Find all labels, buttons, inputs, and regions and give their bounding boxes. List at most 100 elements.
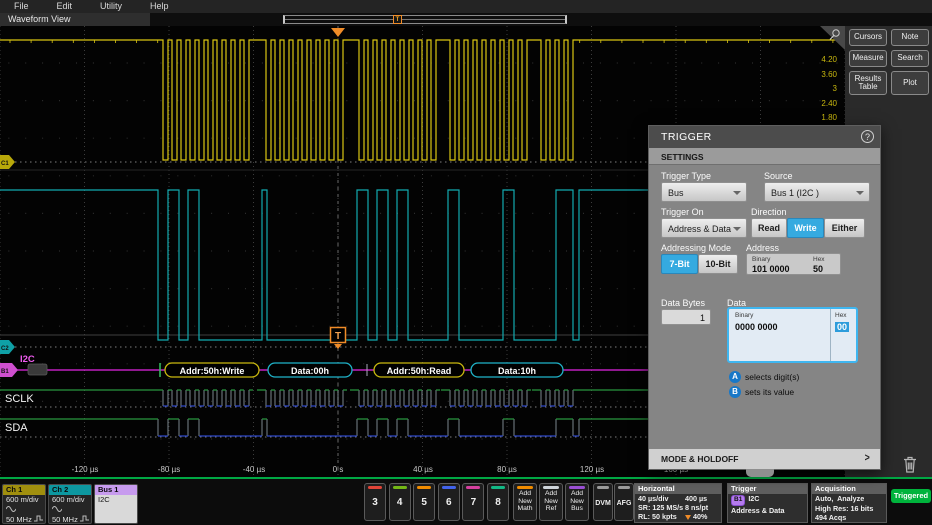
channel-slot-6[interactable]: 6 (438, 483, 460, 521)
afg-button[interactable]: AFG (614, 483, 634, 521)
add-new-cursors[interactable]: Cursors (849, 29, 887, 46)
trigger-on-dropdown[interactable]: Address & Data (661, 218, 747, 238)
acquisition-value: High Res: 16 bits (812, 504, 886, 514)
vertical-scale-label: 4.20 (821, 55, 837, 64)
tab-settings[interactable]: SETTINGS (649, 148, 880, 165)
horizontal-row: RL: 50 kpts40% (635, 512, 721, 521)
data-divider (830, 309, 831, 361)
bandwidth-icon (34, 515, 43, 522)
bus1-marker-text: B1 (1, 369, 9, 375)
data-bytes-input[interactable]: 1 (661, 309, 711, 325)
ch1-marker-text: C1 (1, 161, 9, 167)
slot-color-stripe (543, 486, 559, 489)
trigger-position-icon (685, 515, 691, 520)
trash-icon[interactable] (902, 455, 918, 479)
vertical-scale-label: 1.80 (821, 113, 837, 122)
trigger-title: Trigger (728, 484, 807, 494)
menu-help[interactable]: Help (136, 0, 183, 13)
acquisition-overview-bar[interactable]: T (283, 15, 567, 24)
dvm-button[interactable]: DVM (593, 483, 613, 521)
menu-utility[interactable]: Utility (86, 0, 136, 13)
horizontal-panel[interactable]: Horizontal 40 µs/div400 µsSR: 125 MS/s8 … (634, 483, 722, 523)
direction-either[interactable]: Either (824, 218, 865, 238)
time-axis-label: -120 µs (72, 465, 99, 474)
bandwidth-icon (80, 515, 89, 522)
trigger-on-label: Trigger On (661, 207, 704, 217)
address-binary-value[interactable]: 101 0000 (752, 264, 790, 274)
bus-packet-text: Data:00h (291, 366, 329, 376)
mode-holdoff-expander[interactable]: MODE & HOLDOFF > (649, 449, 880, 469)
direction-read[interactable]: Read (751, 218, 787, 238)
dialog-title: TRIGGER (649, 126, 880, 148)
slot-color-stripe (393, 486, 407, 489)
channel-bandwidth: 50 MHz (49, 514, 91, 524)
bus-label: I2C (20, 354, 35, 365)
trigger-panel[interactable]: Trigger B1I2C Address & Data (727, 483, 808, 523)
acquisition-panel[interactable]: Acquisition Auto, AnalyzeHigh Res: 16 bi… (811, 483, 887, 523)
bottom-bar: Ch 1600 m/div50 MHz Ch 2600 m/div50 MHz … (0, 477, 932, 525)
channel-slot-7[interactable]: 7 (462, 483, 484, 521)
source-dropdown[interactable]: Bus 1 (I2C ) (764, 182, 870, 202)
add-new-math-button[interactable]: Add New Math (513, 483, 537, 521)
trigger-mode: Address & Data (728, 506, 807, 516)
bus-packet-text: Addr:50h:Write (180, 366, 245, 376)
hint-a: selects digit(s) (745, 372, 799, 382)
data-hex-selection[interactable]: 00 (835, 322, 849, 332)
address-field[interactable]: Binary 101 0000 Hex 50 (746, 253, 841, 275)
slot-color-stripe (569, 486, 585, 489)
knob-a-icon: A (729, 371, 741, 383)
add-new-measure[interactable]: Measure (849, 50, 887, 67)
channel-slot-5[interactable]: 5 (413, 483, 435, 521)
help-icon[interactable]: ? (861, 130, 874, 143)
ac-coupling-icon (49, 504, 91, 514)
triggered-status-badge: Triggered (891, 489, 931, 503)
channel-scale: 600 m/div (49, 495, 91, 504)
horizontal-value: 40 µs/div (638, 495, 685, 503)
slot-color-stripe (618, 486, 630, 489)
channel-slot-4[interactable]: 4 (389, 483, 411, 521)
addressing-10-bit[interactable]: 10-Bit (698, 254, 738, 274)
slot-color-stripe (466, 486, 480, 489)
direction-write[interactable]: Write (787, 218, 824, 238)
time-axis-label: 80 µs (497, 465, 517, 474)
bus1-badge: B1 (731, 495, 745, 506)
addressing-7-bit[interactable]: 7-Bit (661, 254, 698, 274)
channel-badge-ch1[interactable]: Ch 1600 m/div50 MHz (2, 484, 46, 524)
data-hex-value[interactable]: 00 (835, 322, 849, 332)
sda-label: SDA (5, 422, 28, 434)
channel-badge-header: Ch 2 (49, 485, 91, 495)
data-binary-value[interactable]: 0000 0000 (735, 322, 778, 332)
add-new-ref-button[interactable]: Add New Ref (539, 483, 563, 521)
time-axis-label: -40 µs (243, 465, 265, 474)
vertical-scale-label: 3.60 (821, 70, 837, 79)
horizontal-value: RL: 50 kpts (638, 513, 685, 521)
menu-file[interactable]: File (0, 0, 43, 13)
add-new-search[interactable]: Search (891, 50, 929, 67)
menu-edit[interactable]: Edit (43, 0, 87, 13)
data-field[interactable]: Binary 0000 0000 Hex 00 (727, 307, 858, 363)
channel-scale: 600 m/div (3, 495, 45, 504)
slot-color-stripe (368, 486, 382, 489)
acquisition-title: Acquisition (812, 484, 886, 494)
horizontal-row: SR: 125 MS/s8 ns/pt (635, 503, 721, 512)
trigger-type-dropdown[interactable]: Bus (661, 182, 747, 202)
channel-slot-8[interactable]: 8 (487, 483, 509, 521)
tab-bar: Waveform View T (0, 13, 932, 26)
channel-badge-ch2[interactable]: Ch 2600 m/div 50 MHz (48, 484, 92, 524)
data-hex-label: Hex (835, 312, 847, 319)
add-new-bus-button[interactable]: Add New Bus (565, 483, 589, 521)
horizontal-value: 8 ns/pt (685, 504, 719, 512)
add-new-results-table[interactable]: Results Table (849, 71, 887, 95)
address-hex-value[interactable]: 50 (813, 264, 823, 274)
add-new-plot[interactable]: Plot (891, 71, 929, 95)
tab-waveform-view[interactable]: Waveform View (0, 13, 150, 26)
trigger-position-marker[interactable]: T (393, 15, 402, 24)
add-new-note[interactable]: Note (891, 29, 929, 46)
channel-scale: I2C (95, 495, 137, 504)
data-bytes-label: Data Bytes (661, 298, 705, 308)
addressing-mode-label: Addressing Mode (661, 243, 731, 253)
bus-packet-text: Data:10h (498, 366, 536, 376)
channel-slot-3[interactable]: 3 (364, 483, 386, 521)
channel-badge-bus1[interactable]: Bus 1I2C (94, 484, 138, 524)
horizontal-title: Horizontal (635, 484, 721, 494)
